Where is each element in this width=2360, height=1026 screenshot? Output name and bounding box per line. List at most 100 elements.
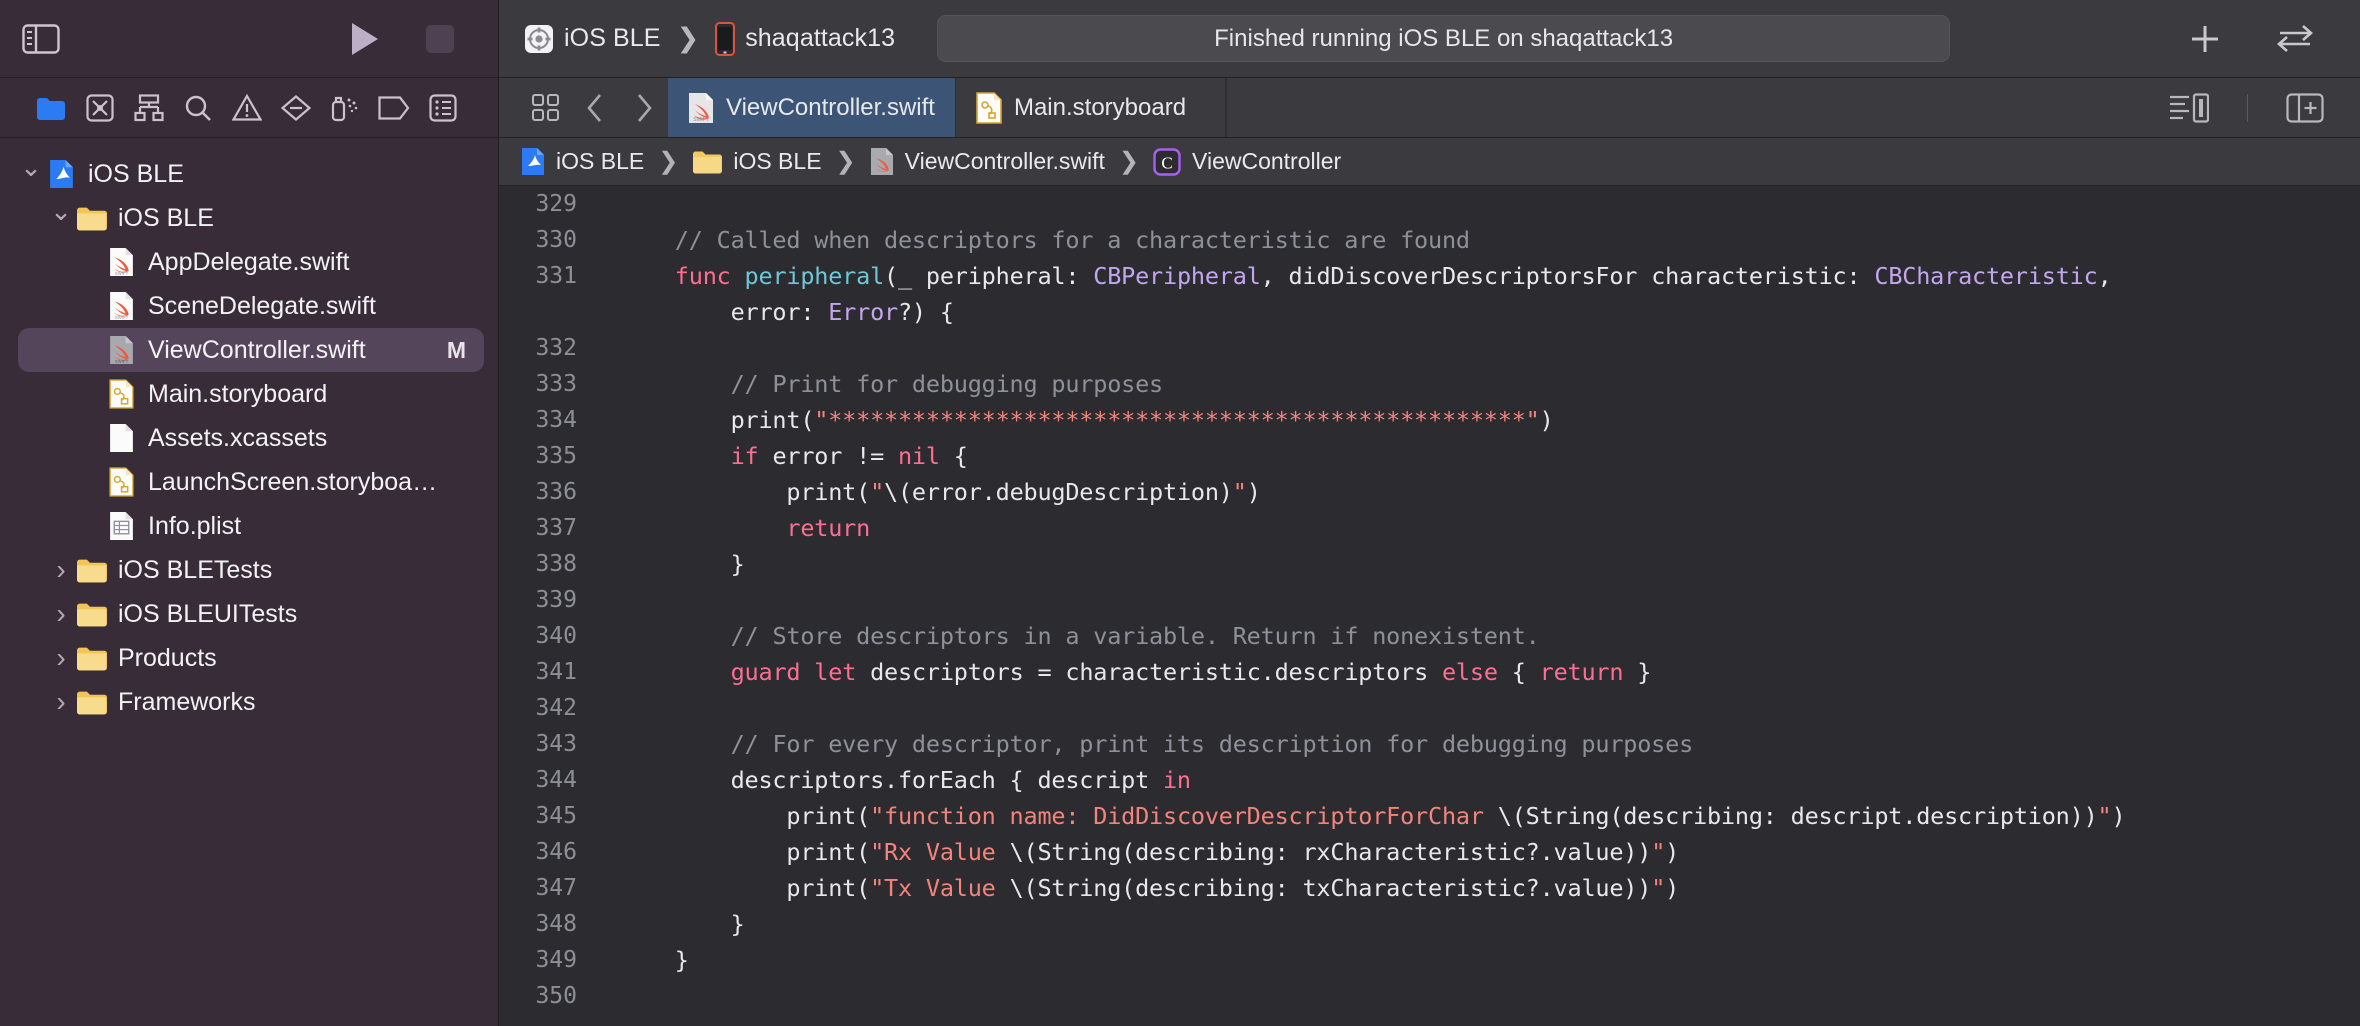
sidebar-item-assets-xcassets[interactable]: Assets.xcassets	[0, 416, 498, 460]
code-line[interactable]: 349 }	[499, 942, 2360, 978]
code-line[interactable]: 336 print("\(error.debugDescription)")	[499, 474, 2360, 510]
sidebar-item-main-storyboard[interactable]: Main.storyboard	[0, 372, 498, 416]
issue-navigator-icon[interactable]	[222, 94, 271, 121]
sidebar-item-label: ViewController.swift	[148, 335, 366, 364]
secondary-bar: SWIFT ViewController.swift Main.storyboa…	[0, 78, 2360, 138]
sidebar-item-label: iOS BLE	[118, 203, 214, 232]
token-kw: let	[814, 658, 857, 686]
report-navigator-icon[interactable]	[418, 93, 467, 122]
breakpoint-navigator-icon[interactable]	[369, 95, 418, 120]
xcode-scheme-icon	[524, 24, 554, 54]
breadcrumb-item-file[interactable]: ViewController.swift	[870, 147, 1105, 176]
tab-grid-icon[interactable]	[521, 93, 570, 122]
hierarchy-navigator-icon[interactable]	[124, 93, 173, 122]
project-navigator-icon[interactable]	[26, 95, 75, 121]
code-editor[interactable]: 329 330 // Called when descriptors for a …	[499, 186, 2360, 1026]
sidebar-item-ios-bleuitests[interactable]: › iOS BLEUITests	[0, 592, 498, 636]
scheme-selector[interactable]: iOS BLE ❯ shaqattack13	[524, 21, 896, 56]
tab-viewcontroller-swift[interactable]: SWIFT ViewController.swift	[668, 78, 956, 137]
stop-icon[interactable]	[424, 23, 456, 55]
sidebar-item-scenedelegate-swift[interactable]: SWIFT SceneDelegate.swift	[0, 284, 498, 328]
line-number: 338	[535, 551, 577, 577]
sidebar-left-icon[interactable]	[22, 23, 60, 54]
code-text: // Print for debugging purposes	[591, 370, 2360, 398]
sidebar-item-frameworks[interactable]: › Frameworks	[0, 680, 498, 724]
token-pln	[619, 226, 675, 254]
tabbar-left-icons	[499, 78, 668, 137]
code-line[interactable]: 344 descriptors.forEach { descript in	[499, 762, 2360, 798]
breadcrumb-item-symbol[interactable]: C ViewController	[1153, 147, 1341, 176]
activity-status[interactable]: Finished running iOS BLE on shaqattack13	[937, 15, 1951, 62]
svg-text:SWIFT: SWIFT	[114, 359, 128, 364]
sidebar-item-products[interactable]: › Products	[0, 636, 498, 680]
chevron-right-icon[interactable]	[619, 92, 668, 124]
code-line[interactable]: 346 print("Rx Value \(String(describing:…	[499, 834, 2360, 870]
code-line[interactable]: 334 print("*****************************…	[499, 402, 2360, 438]
code-line[interactable]: 341 guard let descriptors = characterist…	[499, 654, 2360, 690]
code-line[interactable]: 335 if error != nil {	[499, 438, 2360, 474]
source-control-navigator-icon[interactable]	[75, 93, 124, 122]
find-navigator-icon[interactable]	[173, 94, 222, 122]
code-line[interactable]: 330 // Called when descriptors for a cha…	[499, 222, 2360, 258]
breadcrumb-separator-icon: ❯	[1118, 148, 1140, 175]
code-line[interactable]: 343 // For every descriptor, print its d…	[499, 726, 2360, 762]
play-icon[interactable]	[348, 21, 382, 57]
token-com: // Store descriptors in a variable. Retu…	[730, 622, 1540, 650]
debug-navigator-icon[interactable]	[320, 94, 369, 122]
sidebar-item-viewcontroller-swift[interactable]: SWIFT ViewController.swift M	[18, 328, 484, 372]
minimap-icon[interactable]	[2160, 92, 2218, 123]
sidebar-item-ios-bletests[interactable]: › iOS BLETests	[0, 548, 498, 592]
line-number: 342	[535, 695, 577, 721]
sidebar-item-ios-ble[interactable]: ⌄ iOS BLE	[0, 152, 498, 196]
project-navigator[interactable]: ⌄ iOS BLE ⌄ iOS BLE SWIFT AppDelegate.swift SW…	[0, 138, 498, 1026]
code-line[interactable]: 350	[499, 978, 2360, 1014]
plus-icon[interactable]	[2188, 22, 2222, 56]
code-line[interactable]: 339	[499, 582, 2360, 618]
chevron-right-icon[interactable]: ›	[48, 600, 74, 628]
sidebar-item-launchscreen-storyboa[interactable]: LaunchScreen.storyboa…	[0, 460, 498, 504]
chevron-left-icon[interactable]	[570, 92, 619, 124]
sidebar-item-info-plist[interactable]: Info.plist	[0, 504, 498, 548]
chevron-down-icon[interactable]: ⌄	[48, 198, 74, 224]
code-line[interactable]: error: Error?) {	[499, 294, 2360, 330]
breadcrumb-item-project[interactable]: iOS BLE	[521, 147, 644, 176]
left-right-arrows-icon[interactable]	[2274, 23, 2316, 55]
tab-main-storyboard[interactable]: Main.storyboard	[955, 78, 1226, 137]
code-line[interactable]: 348 }	[499, 906, 2360, 942]
iphone-icon	[715, 21, 736, 56]
add-editor-icon[interactable]	[2276, 92, 2334, 123]
code-line[interactable]: 340 // Store descriptors in a variable. …	[499, 618, 2360, 654]
code-line[interactable]: 333 // Print for debugging purposes	[499, 366, 2360, 402]
token-pln: )	[1665, 838, 1680, 866]
breadcrumb-item-folder[interactable]: iOS BLE	[692, 148, 822, 175]
storyboard-file-icon	[104, 467, 138, 497]
token-pln: \(error.debugDescription)	[884, 478, 1233, 506]
code-line[interactable]: 342	[499, 690, 2360, 726]
code-line[interactable]: 338 }	[499, 546, 2360, 582]
sidebar-item-appdelegate-swift[interactable]: SWIFT AppDelegate.swift	[0, 240, 498, 284]
toolbar-left	[0, 0, 498, 78]
swift-file-icon: SWIFT	[104, 335, 138, 365]
test-navigator-icon[interactable]	[271, 94, 320, 121]
chevron-right-icon[interactable]: ›	[48, 556, 74, 584]
token-pln: {	[1497, 658, 1540, 686]
chevron-right-icon[interactable]: ›	[48, 688, 74, 716]
code-text: }	[591, 550, 2360, 578]
code-line[interactable]: 329	[499, 186, 2360, 222]
code-line[interactable]: 345 print("function name: DidDiscoverDes…	[499, 798, 2360, 834]
code-line[interactable]: 337 return	[499, 510, 2360, 546]
token-kw: nil	[897, 442, 940, 470]
activity-status-text: Finished running iOS BLE on shaqattack13	[1214, 24, 1674, 52]
code-line[interactable]: 331 func peripheral(_ peripheral: CBPeri…	[499, 258, 2360, 294]
token-fn: peripheral	[744, 262, 885, 290]
sidebar-item-ios-ble[interactable]: ⌄ iOS BLE	[0, 196, 498, 240]
code-line[interactable]: 347 print("Tx Value \(String(describing:…	[499, 870, 2360, 906]
chevron-right-icon[interactable]: ›	[48, 644, 74, 672]
code-line[interactable]: 332	[499, 330, 2360, 366]
storyboard-file-icon	[976, 91, 1002, 124]
toolbar-right: iOS BLE ❯ shaqattack13 Finished running …	[498, 0, 2360, 78]
token-pln: }	[1623, 658, 1652, 686]
scheme-device-label: shaqattack13	[745, 24, 896, 52]
chevron-down-icon[interactable]: ⌄	[18, 154, 44, 180]
token-kw: if	[730, 442, 759, 470]
